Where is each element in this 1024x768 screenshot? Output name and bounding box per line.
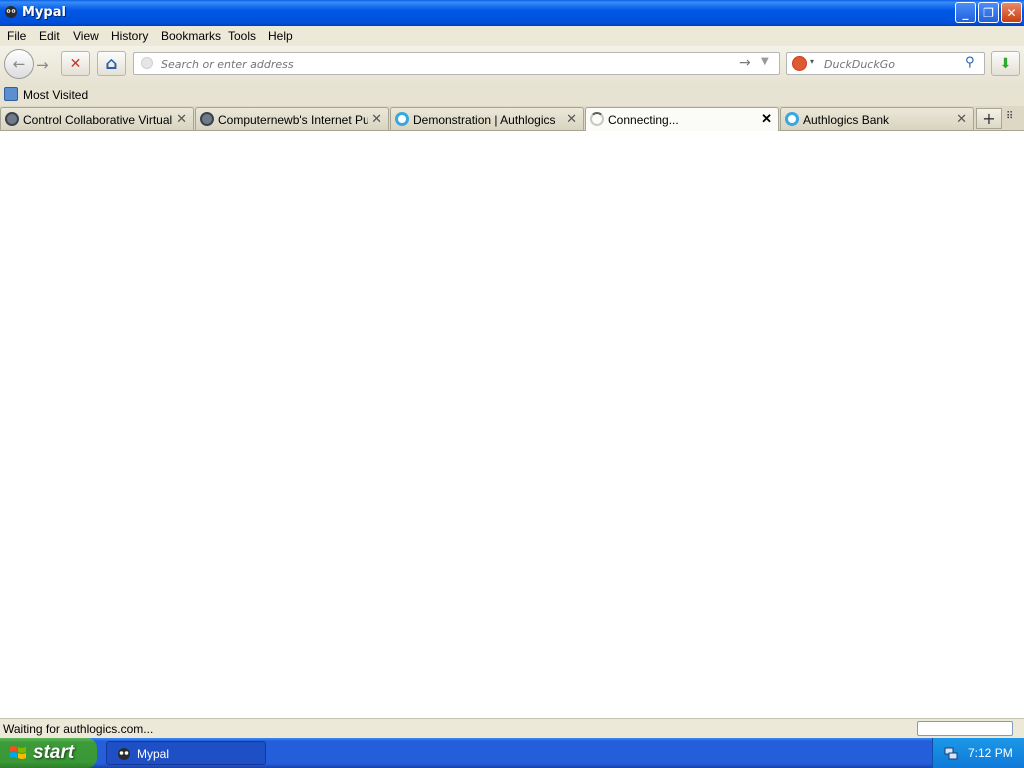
forward-button[interactable]: → [36,56,49,74]
menu-view[interactable]: View [73,29,99,43]
tab-close-icon[interactable]: ✕ [956,111,967,127]
menu-tools[interactable]: Tools [228,29,256,43]
tab-close-icon[interactable]: ✕ [176,111,187,127]
most-visited-icon [4,87,18,101]
stop-x-icon: ✕ [69,55,82,72]
tab-close-icon[interactable]: ✕ [371,111,382,127]
tab-control-collaborative[interactable]: Control Collaborative Virtual ... ✕ [0,107,194,130]
tab-computernewb[interactable]: Computernewb's Internet Pu... ✕ [195,107,389,130]
downloads-button[interactable]: ⬇ [991,51,1020,76]
tab-authlogics-bank[interactable]: Authlogics Bank ✕ [780,107,974,130]
download-arrow-icon: ⬇ [999,55,1012,72]
status-progress-box [917,721,1013,736]
loading-spinner-icon [590,112,604,126]
tab-connecting[interactable]: Connecting... ✕ [585,107,779,131]
bookmark-most-visited[interactable]: Most Visited [23,88,88,102]
bookmarks-toolbar: Most Visited [0,84,1024,106]
home-icon: ⌂ [105,53,118,74]
address-bar[interactable]: → ▼ [133,52,780,75]
system-tray: 7:12 PM [932,738,1024,768]
menu-edit[interactable]: Edit [39,29,60,43]
maximize-button[interactable]: ❐ [978,2,999,23]
tab-label: Connecting... [608,113,679,127]
new-tab-button[interactable]: + [976,108,1002,129]
mypal-icon [117,747,131,764]
tab-label: Demonstration | Authlogics [413,113,556,127]
authlogics-icon [395,112,409,126]
home-button[interactable]: ⌂ [97,51,126,76]
tab-label: Authlogics Bank [803,113,890,127]
mypal-app-icon [4,5,18,23]
status-text: Waiting for authlogics.com... [3,722,154,736]
start-button[interactable]: start [0,738,97,768]
list-all-tabs-button[interactable]: ⠿ [1006,111,1020,125]
menu-bookmarks[interactable]: Bookmarks [161,29,221,43]
minimize-icon: _ [962,5,969,20]
page-content-area[interactable] [0,131,1024,718]
restore-icon: ❐ [983,5,994,20]
address-input[interactable] [159,55,733,74]
search-input[interactable] [822,55,961,74]
tab-label: Computernewb's Internet Pu... [218,113,368,127]
go-arrow-icon[interactable]: → [739,55,751,71]
stop-button[interactable]: ✕ [61,51,90,76]
search-icon[interactable]: ⚲ [965,55,975,70]
menu-bar: File Edit View History Bookmarks Tools H… [0,26,1024,46]
network-icon[interactable] [943,745,959,761]
tab-close-icon[interactable]: ✕ [566,111,577,127]
minimize-button[interactable]: _ [955,2,976,23]
plus-icon: + [982,109,996,128]
taskbar: start Mypal 7:12 PM [0,738,1024,768]
tab-close-icon[interactable]: ✕ [761,111,772,127]
start-label: start [33,742,75,763]
navigation-toolbar: ← → ✕ ⌂ → ▼ ▾ ⚲ ⬇ [0,46,1024,84]
back-button[interactable]: ← [4,49,34,79]
windows-logo-icon [9,744,27,762]
window-title: Mypal [22,5,66,20]
tab-demonstration-authlogics[interactable]: Demonstration | Authlogics ✕ [390,107,584,130]
status-bar: Waiting for authlogics.com... [0,718,1024,738]
title-bar[interactable]: Mypal _ ❐ ✕ [0,0,1024,26]
taskbar-item-label: Mypal [137,747,170,761]
close-icon: ✕ [1006,5,1017,20]
back-arrow-icon: ← [12,55,26,73]
menu-help[interactable]: Help [268,29,293,43]
duckduckgo-icon[interactable] [792,56,807,71]
site-identity-icon[interactable] [141,57,153,69]
authlogics-icon [785,112,799,126]
history-dropdown-icon[interactable]: ▼ [761,56,769,67]
engine-dropdown-icon[interactable]: ▾ [810,57,814,66]
menu-history[interactable]: History [111,29,148,43]
close-window-button[interactable]: ✕ [1001,2,1022,23]
tab-strip: Control Collaborative Virtual ... ✕ Comp… [0,106,1024,131]
menu-file[interactable]: File [7,29,26,43]
tab-label: Control Collaborative Virtual ... [23,113,173,127]
gear-icon [5,112,19,126]
search-bar[interactable]: ▾ ⚲ [786,52,985,75]
clock[interactable]: 7:12 PM [968,746,1013,760]
taskbar-item-mypal[interactable]: Mypal [106,741,266,765]
gear-icon [200,112,214,126]
